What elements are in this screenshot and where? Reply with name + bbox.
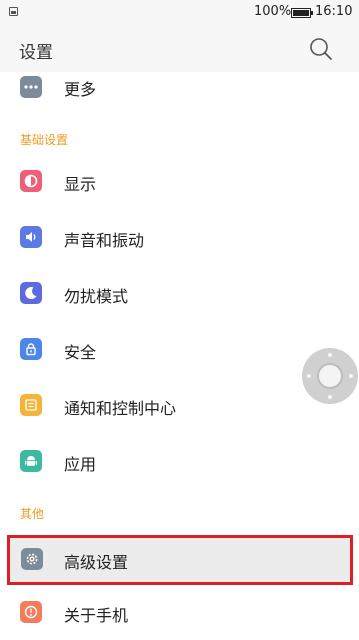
moon-icon xyxy=(20,282,42,304)
notification-icon xyxy=(9,7,18,16)
search-icon xyxy=(310,38,332,60)
section-header-other: 其他 xyxy=(20,507,45,521)
settings-item-label: 关于手机 xyxy=(64,606,129,625)
info-icon xyxy=(20,601,42,623)
clock: 16:10 xyxy=(315,4,353,19)
settings-item-label: 应用 xyxy=(64,455,97,474)
speaker-icon xyxy=(20,226,42,248)
battery-percentage: 100% xyxy=(254,4,292,19)
settings-item-label: 显示 xyxy=(64,175,97,194)
android-icon xyxy=(20,450,42,472)
settings-item-label: 更多 xyxy=(64,80,97,99)
section-header-basic: 基础设置 xyxy=(20,133,69,147)
floating-ball-center-icon xyxy=(317,363,343,389)
settings-item-label: 声音和振动 xyxy=(64,231,145,250)
floating-assistant-button[interactable] xyxy=(302,348,358,404)
settings-item-label: 勿扰模式 xyxy=(64,287,129,306)
settings-item-more[interactable]: 更多 xyxy=(0,72,359,102)
settings-item-apps[interactable]: 应用 xyxy=(0,433,359,489)
battery-icon xyxy=(291,8,313,18)
settings-item-advanced[interactable]: 高级设置 xyxy=(7,535,353,585)
gear-icon xyxy=(21,548,43,570)
search-button[interactable] xyxy=(308,36,334,62)
app-header: 设置 xyxy=(0,26,359,72)
notification-center-icon xyxy=(20,394,42,416)
lock-icon xyxy=(20,338,42,360)
settings-item-about[interactable]: 关于手机 xyxy=(0,585,359,640)
floating-ball-dot xyxy=(328,353,332,357)
floating-ball-dot xyxy=(328,395,332,399)
page-title: 设置 xyxy=(19,43,53,63)
floating-ball-dot xyxy=(349,374,353,378)
floating-ball-dot xyxy=(307,374,311,378)
display-icon xyxy=(20,170,42,192)
ellipsis-icon xyxy=(20,76,42,98)
settings-item-label: 高级设置 xyxy=(64,553,129,572)
settings-item-label: 安全 xyxy=(64,343,97,362)
settings-item-label: 通知和控制中心 xyxy=(64,399,177,418)
settings-item-sound[interactable]: 声音和振动 xyxy=(0,209,359,265)
settings-item-do-not-disturb[interactable]: 勿扰模式 xyxy=(0,265,359,321)
status-bar: 100% 16:10 xyxy=(0,0,359,26)
settings-item-display[interactable]: 显示 xyxy=(0,153,359,209)
